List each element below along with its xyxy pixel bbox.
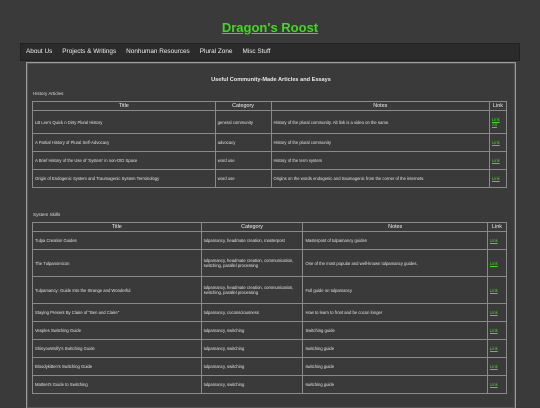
cell-category: tulpamancy, headmate creation, communica…	[200, 276, 304, 304]
cell-notes: Origins on the words endogenic and traum…	[270, 169, 490, 188]
cell-link: Link	[487, 231, 507, 250]
cell-category: general community	[214, 110, 272, 134]
cell-link: Link Alt	[488, 110, 508, 134]
article-link[interactable]: Link	[492, 158, 500, 163]
cell-category: tulpamancy, switching	[200, 375, 304, 394]
cell-title: Bloodykitten's Switching Guide	[32, 357, 202, 376]
cell-title: Tulpamancy: Guide Into the Strange and W…	[32, 276, 202, 304]
cell-category: tulpamancy, coconsciousness	[200, 303, 304, 322]
cell-notes: Full guide on tulpamancy	[302, 276, 488, 304]
nav-plural-zone[interactable]: Plural Zone	[195, 44, 238, 60]
article-link[interactable]: Link	[492, 140, 500, 145]
cell-category: tulpamancy, headmate creation, communica…	[200, 249, 304, 277]
alt-link[interactable]: Alt	[492, 122, 497, 127]
content-panel: Useful Community-Made Articles and Essay…	[26, 62, 516, 408]
nav-about-us[interactable]: About Us	[21, 44, 57, 60]
cell-link: Link	[487, 339, 507, 358]
cell-notes: Masterpost of tulpamancy guides	[302, 231, 488, 250]
cell-title: A Brief History of the Use of 'System' i…	[32, 151, 216, 170]
cell-title: Mattset's Guide to Switching	[32, 375, 202, 394]
article-link[interactable]: Link	[492, 176, 500, 181]
site-title-link[interactable]: Dragon's Roost	[222, 20, 318, 35]
cell-category: tulpamancy, switching	[200, 357, 304, 376]
cell-notes: switching guide	[302, 375, 488, 394]
cell-link: Link	[488, 133, 508, 152]
table-row: Origin of Endogenic System and Traumagen…	[32, 169, 508, 188]
cell-notes: Switching guide	[302, 321, 488, 340]
history-table: Title Category Notes Link LB Lee's Quick…	[32, 101, 508, 188]
article-link[interactable]: Link	[490, 346, 498, 351]
nav-bar: About Us Projects & Writings Nonhuman Re…	[20, 43, 520, 61]
cell-category: tulpamancy, switching	[200, 339, 304, 358]
nav-projects-writings[interactable]: Projects & Writings	[57, 44, 121, 60]
cell-link: Link	[487, 321, 507, 340]
skills-table: Title Category Notes Link Tulpa Creation…	[32, 222, 507, 394]
cell-title: Vesples Switching Guide	[32, 321, 202, 340]
cell-title: Origin of Endogenic System and Traumagen…	[32, 169, 216, 188]
cell-notes: How to learn to front and be cocon longe…	[302, 303, 488, 322]
column-header-title: Title	[32, 222, 202, 232]
cell-notes: switching guide	[302, 357, 488, 376]
table-row: The Tulpanomicon tulpamancy, headmate cre…	[32, 249, 507, 277]
article-link[interactable]: Link	[490, 328, 498, 333]
cell-link: Link	[488, 151, 508, 170]
cell-link: Link	[487, 303, 507, 322]
cell-title: Tulpa Creation Guides	[32, 231, 202, 250]
page-heading: Useful Community-Made Articles and Essay…	[211, 77, 331, 83]
cell-link: Link	[487, 276, 507, 304]
cell-notes: History of the term system	[270, 151, 490, 170]
column-header-notes: Notes	[270, 101, 490, 111]
cell-link: Link	[488, 169, 508, 188]
article-link[interactable]: Link	[490, 364, 498, 369]
column-header-link: Link	[488, 101, 508, 111]
cell-title: Staying Present By Claire of "Ben and Cl…	[32, 303, 202, 322]
cell-title: LB Lee's Quick n Dirty Plural History	[32, 110, 216, 134]
table-row: Bloodykitten's Switching Guide tulpamancy…	[32, 357, 507, 376]
nav-misc-stuff[interactable]: Misc Stuff	[237, 44, 275, 60]
cell-title: ShinyouWolfy's Switching Guide	[32, 339, 202, 358]
column-header-notes: Notes	[302, 222, 488, 232]
table-row: LB Lee's Quick n Dirty Plural History gen…	[32, 110, 508, 134]
cell-category: word use	[214, 169, 272, 188]
cell-notes: One of the most popular and well-known t…	[302, 249, 488, 277]
cell-link: Link	[487, 357, 507, 376]
article-link[interactable]: Link	[490, 310, 498, 315]
cell-category: word use	[214, 151, 272, 170]
article-link[interactable]: Link	[490, 288, 498, 293]
cell-link: Link	[487, 375, 507, 394]
cell-notes: History of the plural community. Alt lin…	[270, 110, 490, 134]
table-row: A Brief History of the Use of 'System' i…	[32, 151, 508, 170]
cell-link: Link	[487, 249, 507, 277]
column-header-category: Category	[214, 101, 272, 111]
cell-category: advocacy	[214, 133, 272, 152]
article-link[interactable]: Link	[490, 261, 498, 266]
table-row: Mattset's Guide to Switching tulpamancy, …	[32, 375, 507, 394]
cell-notes: History of the plural community	[270, 133, 490, 152]
table-row: Staying Present By Claire of "Ben and Cl…	[32, 303, 507, 322]
cell-category: tulpamancy, headmate creation, masterpos…	[200, 231, 304, 250]
column-header-link: Link	[487, 222, 507, 232]
column-header-category: Category	[200, 222, 304, 232]
skills-section-label: System Skills	[33, 212, 61, 217]
cell-title: A Partial History of Plural Self-Advocac…	[32, 133, 216, 152]
table-row: Tulpa Creation Guides tulpamancy, headmat…	[32, 231, 507, 250]
cell-category: tulpamancy, switching	[200, 321, 304, 340]
cell-title: The Tulpanomicon	[32, 249, 202, 277]
table-row: Tulpamancy: Guide Into the Strange and W…	[32, 276, 507, 304]
table-row: A Partial History of Plural Self-Advocac…	[32, 133, 508, 152]
cell-notes: switching guide	[302, 339, 488, 358]
column-header-title: Title	[32, 101, 216, 111]
table-row: Vesples Switching Guide tulpamancy, switc…	[32, 321, 507, 340]
article-link[interactable]: Link	[490, 382, 498, 387]
nav-nonhuman-resources[interactable]: Nonhuman Resources	[121, 44, 195, 60]
table-row: ShinyouWolfy's Switching Guide tulpamancy…	[32, 339, 507, 358]
site-title: Dragon's Roost	[0, 20, 540, 35]
history-section-label: History Articles	[33, 91, 64, 96]
article-link[interactable]: Link	[490, 238, 498, 243]
